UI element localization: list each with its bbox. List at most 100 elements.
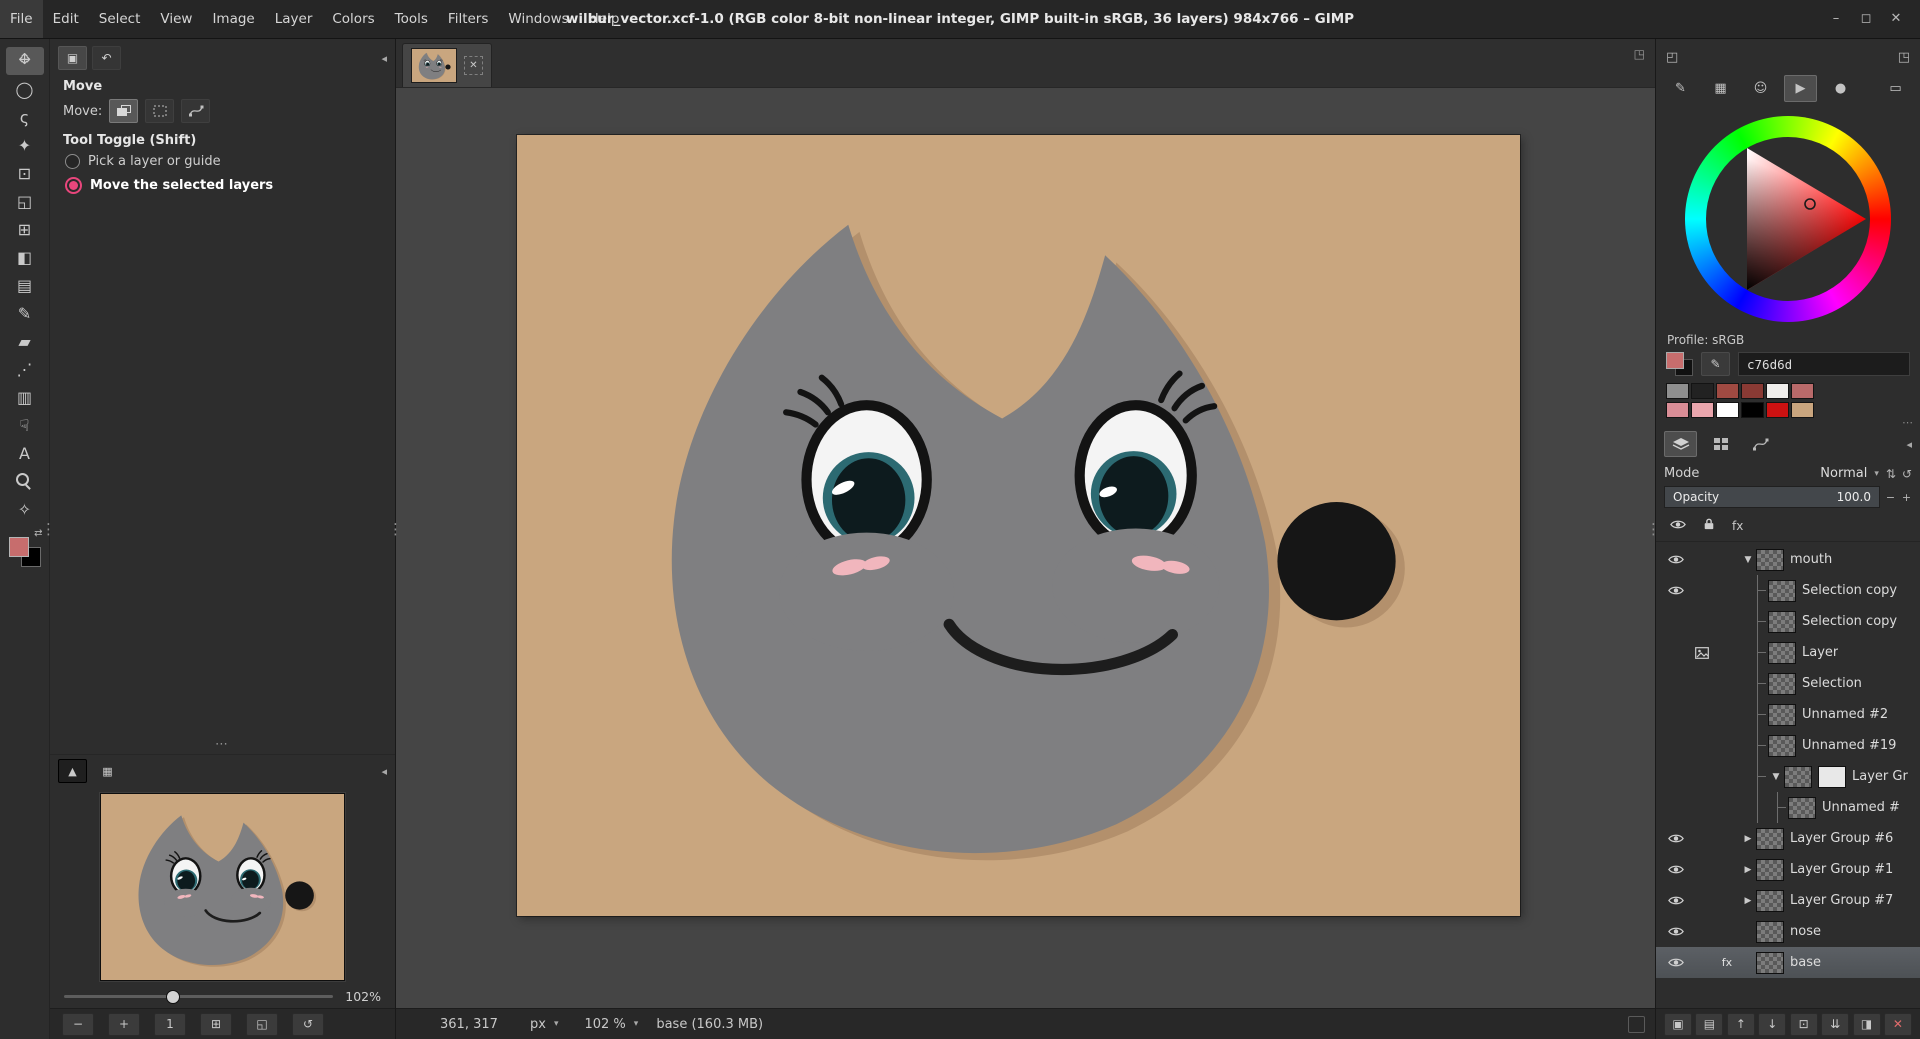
tool-free-select[interactable]: ς (6, 103, 44, 131)
palette-swatch[interactable] (1691, 402, 1714, 418)
subdock-tab-pattern[interactable]: ▦ (93, 759, 122, 783)
lower-layer-button[interactable]: ↓ (1758, 1013, 1786, 1036)
expander-closed-icon[interactable]: ▶ (1740, 865, 1756, 875)
tool-handle-transform[interactable]: ⊞ (6, 215, 44, 243)
tab-colors[interactable]: ▶ (1784, 75, 1817, 102)
tool-smudge[interactable]: ☟ (6, 411, 44, 439)
menu-colors[interactable]: Colors (322, 0, 384, 38)
switch-mode-icon[interactable]: ⇅ (1886, 467, 1896, 481)
layer-thumbnail[interactable] (1768, 735, 1796, 757)
mini-fg-bg[interactable] (1666, 352, 1693, 376)
dock-grid-icon[interactable]: ◰ (1666, 50, 1678, 65)
canvas-image[interactable] (517, 135, 1520, 916)
panel-menu-icon[interactable]: ◂ (381, 52, 387, 65)
active-tool-button[interactable]: ▣ (58, 46, 87, 70)
tool-airbrush[interactable]: ⋰ (6, 355, 44, 383)
opacity-slider[interactable]: Opacity 100.0 (1664, 486, 1880, 508)
zoom-slider-handle[interactable] (166, 990, 180, 1004)
menu-filters[interactable]: Filters (438, 0, 498, 38)
undo-history-button[interactable]: ↶ (92, 46, 121, 70)
layer-row-unnamed-2[interactable]: Unnamed #2 (1656, 699, 1920, 730)
layer-thumbnail[interactable] (1756, 921, 1784, 943)
palette-swatch[interactable] (1791, 383, 1814, 399)
menu-image[interactable]: Image (202, 0, 264, 38)
unit-dropdown[interactable]: px (522, 1015, 566, 1034)
radio-option-0[interactable]: Pick a layer or guide (50, 150, 395, 173)
add-mask-button[interactable]: ◨ (1853, 1013, 1881, 1036)
panel-menu-icon[interactable]: ◂ (1906, 438, 1912, 451)
visibility-toggle-icon[interactable] (1670, 519, 1686, 533)
tab-layers[interactable] (1664, 431, 1697, 457)
reset-mode-icon[interactable]: ↺ (1902, 467, 1912, 481)
zoom-in-button[interactable]: + (108, 1013, 140, 1036)
new-layer-button[interactable]: ▣ (1664, 1013, 1692, 1036)
navigation-preview[interactable] (100, 793, 345, 981)
mini-fg-swatch[interactable] (1666, 352, 1684, 369)
move-path-button[interactable] (181, 99, 210, 123)
merge-down-button[interactable]: ⇊ (1821, 1013, 1849, 1036)
visibility-toggle[interactable] (1656, 895, 1690, 906)
window-maximize-button[interactable]: ◻ (1854, 0, 1878, 38)
tool-unified-transform[interactable]: ◱ (6, 187, 44, 215)
tab-gradients[interactable]: ● (1824, 75, 1857, 102)
zoom-fit-window-button[interactable]: ◱ (246, 1013, 278, 1036)
visibility-toggle[interactable] (1656, 864, 1690, 875)
palette-swatch[interactable] (1741, 383, 1764, 399)
opacity-increase-icon[interactable]: + (1901, 491, 1912, 504)
menu-layer[interactable]: Layer (265, 0, 323, 38)
canvas-viewport[interactable] (396, 88, 1655, 1008)
image-tab-thumbnail[interactable] (411, 48, 457, 83)
layer-row-unnamed[interactable]: Unnamed # (1656, 792, 1920, 823)
tool-ellipse-select[interactable]: ◯ (6, 75, 44, 103)
mode-dropdown[interactable]: Normal (1820, 466, 1879, 481)
zoom-1-1-button[interactable]: 1 (154, 1013, 186, 1036)
panel-menu-icon[interactable]: ◂ (381, 765, 387, 778)
visibility-toggle[interactable] (1656, 585, 1690, 596)
zoom-dropdown[interactable]: 102 % (576, 1015, 646, 1034)
visibility-toggle[interactable] (1656, 833, 1690, 844)
palette-swatch[interactable] (1741, 402, 1764, 418)
visibility-toggle[interactable] (1656, 554, 1690, 565)
layer-thumbnail[interactable] (1768, 642, 1796, 664)
layer-thumbnail[interactable] (1788, 797, 1816, 819)
hex-color-input[interactable] (1738, 352, 1910, 376)
layer-thumbnail[interactable] (1768, 611, 1796, 633)
duplicate-layer-button[interactable]: ⊡ (1790, 1013, 1818, 1036)
layer-row-base[interactable]: fxbase (1656, 947, 1920, 978)
layer-row-layer-group-6[interactable]: ▶Layer Group #6 (1656, 823, 1920, 854)
layer-thumbnail[interactable] (1756, 890, 1784, 912)
zoom-slider[interactable] (64, 995, 333, 998)
tool-zoom[interactable] (6, 467, 44, 495)
window-minimize-button[interactable]: – (1824, 0, 1848, 38)
tab-channels[interactable] (1704, 431, 1737, 457)
tab-paths[interactable] (1744, 431, 1777, 457)
lock-toggle-icon[interactable] (1703, 517, 1715, 534)
palette-swatch[interactable] (1766, 383, 1789, 399)
palette-swatch[interactable] (1716, 402, 1739, 418)
tool-color-picker[interactable]: ✧ (6, 495, 44, 523)
window-close-button[interactable]: ✕ (1884, 0, 1908, 38)
layer-thumbnail[interactable] (1784, 766, 1812, 788)
zoom-out-button[interactable]: − (62, 1013, 94, 1036)
shrink-wrap-button[interactable]: ↺ (292, 1013, 324, 1036)
tool-crop[interactable]: ⊡ (6, 159, 44, 187)
layer-row-nose[interactable]: nose (1656, 916, 1920, 947)
tab-fonts[interactable]: ☺ (1744, 75, 1777, 102)
tab-document-history[interactable]: ▭ (1879, 75, 1912, 102)
tool-move[interactable]: ↔↕ (6, 47, 44, 75)
palette-swatch[interactable] (1716, 383, 1739, 399)
expander-open-icon[interactable]: ▼ (1740, 555, 1756, 565)
layer-thumbnail[interactable] (1756, 828, 1784, 850)
dock-corner-icon[interactable]: ◳ (1898, 50, 1910, 65)
expander-closed-icon[interactable]: ▶ (1740, 896, 1756, 906)
opacity-decrease-icon[interactable]: − (1885, 491, 1896, 504)
layer-thumbnail[interactable] (1756, 952, 1784, 974)
layer-row-layer-gr[interactable]: ▼Layer Gr (1656, 761, 1920, 792)
layer-thumbnail[interactable] (1768, 673, 1796, 695)
palette-swatch[interactable] (1666, 383, 1689, 399)
layer-thumbnail[interactable] (1756, 859, 1784, 881)
hue-ring[interactable] (1685, 116, 1891, 322)
foreground-color-swatch[interactable] (9, 537, 29, 557)
palette-swatch[interactable] (1766, 402, 1789, 418)
tool-clone[interactable]: ▥ (6, 383, 44, 411)
